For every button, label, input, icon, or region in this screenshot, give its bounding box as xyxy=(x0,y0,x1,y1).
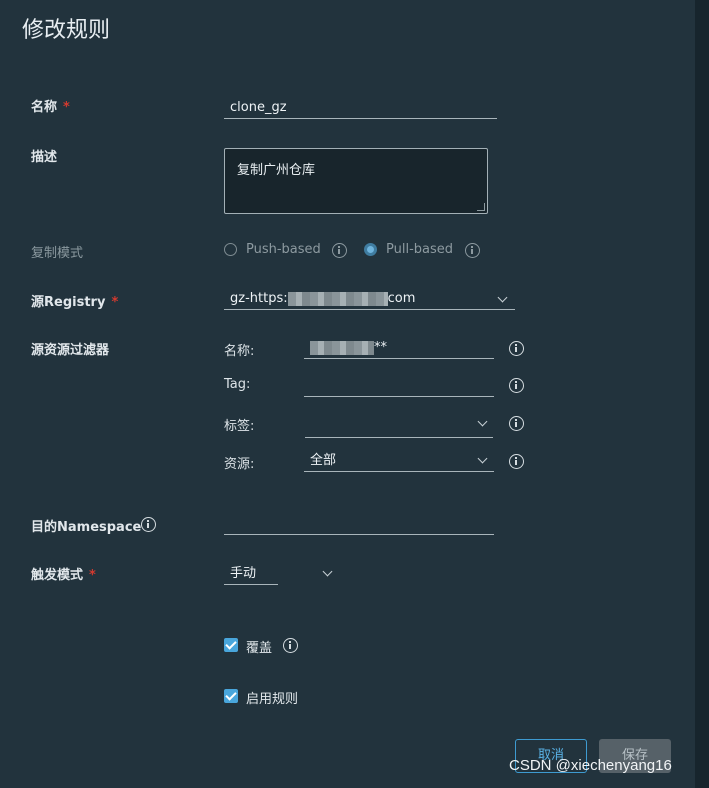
description-value: 复制广州仓库 xyxy=(237,163,316,178)
pull-based-radio[interactable] xyxy=(364,243,377,256)
source-filter-label: 源资源过滤器 xyxy=(31,343,110,358)
dialog-title: 修改规则 xyxy=(22,18,111,43)
info-icon[interactable] xyxy=(509,378,524,393)
info-icon[interactable] xyxy=(509,416,524,431)
info-icon[interactable] xyxy=(141,517,156,532)
filter-name-label: 名称: xyxy=(224,344,255,359)
source-registry-label: 源Registry * xyxy=(31,295,119,310)
edit-rule-dialog: 修改规则 名称 * clone_gz 描述 复制广州仓库 复制模式 Push-ba… xyxy=(0,0,695,788)
filter-resource-label: 资源: xyxy=(224,457,255,472)
filter-tag-label: Tag: xyxy=(224,377,251,392)
chevron-down-icon[interactable] xyxy=(322,566,333,577)
filter-resource-select[interactable]: 全部 xyxy=(304,450,494,472)
info-icon[interactable] xyxy=(283,638,298,653)
info-icon[interactable] xyxy=(332,243,347,258)
filter-labels-label: 标签: xyxy=(224,419,255,434)
filter-tag-input[interactable] xyxy=(304,375,494,397)
watermark: CSDN @xiechenyang16 xyxy=(509,757,672,774)
redacted-text xyxy=(287,291,388,306)
required-mark: * xyxy=(63,100,70,115)
dest-namespace-label: 目的Namespace xyxy=(31,520,142,535)
info-icon[interactable] xyxy=(465,243,480,258)
name-label: 名称 * xyxy=(31,100,70,115)
background-strip xyxy=(695,0,709,788)
push-based-radio[interactable] xyxy=(224,243,237,256)
source-registry-select[interactable]: gz-https: com xyxy=(224,288,515,310)
required-mark: * xyxy=(89,568,96,583)
trigger-mode-select[interactable]: 手动 xyxy=(224,563,278,585)
description-textarea[interactable]: 复制广州仓库 xyxy=(224,148,488,214)
override-checkbox[interactable] xyxy=(224,638,238,652)
source-registry-suffix: com xyxy=(387,291,416,306)
resize-handle-icon[interactable] xyxy=(477,203,485,211)
filter-name-input[interactable]: ** xyxy=(304,337,494,359)
override-label: 覆盖 xyxy=(246,641,273,656)
pull-based-label: Pull-based xyxy=(386,242,454,257)
filter-name-suffix: ** xyxy=(374,340,387,355)
description-label: 描述 xyxy=(31,150,58,165)
trigger-mode-label: 触发模式 * xyxy=(31,568,96,583)
replication-mode-label: 复制模式 xyxy=(31,246,84,261)
source-registry-prefix: gz-https: xyxy=(230,291,288,306)
dest-namespace-input[interactable] xyxy=(224,513,494,535)
info-icon[interactable] xyxy=(509,454,524,469)
info-icon[interactable] xyxy=(509,341,524,356)
enable-rule-label: 启用规则 xyxy=(246,692,299,707)
push-based-label: Push-based xyxy=(246,242,321,257)
name-input[interactable]: clone_gz xyxy=(224,97,497,119)
filter-labels-select[interactable] xyxy=(305,416,493,438)
redacted-text xyxy=(310,340,374,355)
enable-rule-checkbox[interactable] xyxy=(224,689,238,703)
required-mark: * xyxy=(111,295,119,310)
